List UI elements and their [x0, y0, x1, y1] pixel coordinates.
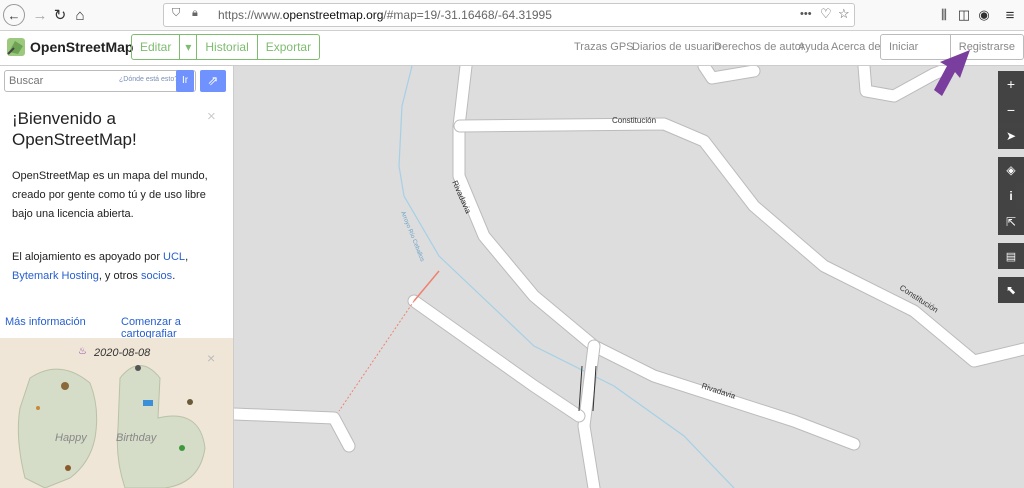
hosting-prefix: El alojamiento es apoyado por [12, 251, 164, 263]
intro-text: OpenStreetMap es un mapa del mundo, crea… [12, 170, 208, 220]
site-header: OpenStreetMap Editar ▾ Historial Exporta… [0, 31, 1024, 77]
plus-icon: + [1006, 76, 1016, 92]
close-icon[interactable]: × [207, 108, 216, 125]
campsite-icon [36, 406, 40, 410]
account-icon[interactable]: ◉ [972, 3, 996, 27]
birthday-map-image [17, 365, 206, 488]
add-note-button[interactable]: ▤ [998, 243, 1024, 269]
bookmark-star-icon[interactable]: ☆ [838, 6, 850, 22]
menu-icon[interactable]: ≡ [998, 3, 1022, 27]
birthday-close-icon[interactable]: × [207, 350, 215, 366]
locate-arrow-icon: ➤ [1005, 129, 1017, 143]
birthday-date: 2020-08-08 [94, 347, 151, 359]
bytemark-link[interactable]: Bytemark Hosting [12, 270, 99, 282]
partners-link[interactable]: socios [141, 270, 172, 282]
shield-icon[interactable]: ⛉ [172, 7, 180, 20]
path-line [338, 300, 415, 412]
history-button[interactable]: Historial [197, 35, 258, 59]
browser-toolbar: ← → ↻ ⌂ ⛉ 🔒︎ https://www.openstreetmap.o… [0, 0, 1024, 31]
edit-button-group: Editar ▾ Historial Exportar [131, 34, 321, 60]
share-button[interactable]: ⇱ [998, 209, 1024, 235]
note-icon: ▤ [1005, 250, 1017, 263]
pocket-icon[interactable]: ♡ [820, 6, 832, 22]
page-actions-icon[interactable]: ••• [800, 8, 812, 20]
annotation-arrow-icon [934, 50, 970, 96]
cake-icon: ♨ [78, 346, 87, 357]
zoom-in-button[interactable]: + [998, 71, 1024, 97]
query-features-button[interactable]: ⬉ [998, 277, 1024, 303]
cafe-icon [65, 465, 71, 471]
url-bar[interactable]: ⛉ 🔒︎ https://www.openstreetmap.org/#map=… [163, 3, 855, 27]
nav-help[interactable]: Ayuda [798, 41, 829, 53]
map-canvas[interactable]: Constitución Rivadavia Constitución Riva… [234, 66, 1024, 488]
zoom-out-button[interactable]: − [998, 97, 1024, 123]
birthday-happy-text: Happy [55, 432, 87, 444]
sidebar: ¿Dónde está esto? Ir ⇗ ¡Bienvenido a Ope… [0, 66, 234, 488]
museum-icon [61, 382, 69, 390]
viewpoint-icon [187, 399, 193, 405]
lock-icon[interactable]: 🔒︎ [192, 7, 198, 20]
search-box: ¿Dónde está esto? [4, 70, 196, 92]
pool-icon [143, 400, 153, 406]
where-is-this-link[interactable]: ¿Dónde está esto? [119, 76, 178, 83]
minus-icon: − [1006, 102, 1016, 118]
stream-label: Arroyo Río Ceballos [399, 211, 425, 263]
layers-icon: ◈ [1006, 163, 1016, 177]
edit-dropdown-button[interactable]: ▾ [180, 35, 198, 59]
hosting-middle: , y otros [98, 270, 141, 282]
home-icon[interactable]: ⌂ [68, 3, 92, 27]
search-go-button[interactable]: Ir [176, 70, 194, 92]
nav-gps-traces[interactable]: Trazas GPS [574, 41, 634, 53]
hosting-end: . [172, 270, 176, 282]
park-icon [179, 445, 185, 451]
birthday-banner[interactable]: ♨ 2020-08-08 × Happy Birthday [0, 338, 233, 488]
directions-icon: ⇗ [207, 73, 219, 88]
start-mapping-link[interactable]: Comenzar a cartografiar [121, 316, 233, 340]
footway-line [413, 270, 440, 302]
map-key-button[interactable]: i [998, 183, 1024, 209]
monument-icon [135, 365, 141, 371]
cursor-query-icon: ⬉ [1005, 283, 1017, 297]
nav-user-diaries[interactable]: Diarios de usuario [632, 41, 721, 53]
directions-button[interactable]: ⇗ [200, 70, 226, 92]
osm-logo-icon[interactable] [6, 37, 26, 57]
search-input[interactable] [5, 71, 123, 91]
street-label-constitucion-1: Constitución [612, 116, 656, 125]
nav-about[interactable]: Acerca de [831, 41, 881, 53]
ucl-link[interactable]: UCL [163, 251, 185, 263]
info-icon: i [1009, 189, 1013, 203]
export-button[interactable]: Exportar [258, 35, 319, 59]
hosting-text: El alojamiento es apoyado por UCL, Bytema… [12, 251, 189, 282]
locate-button[interactable]: ➤ [998, 123, 1024, 149]
welcome-title: ¡Bienvenido a OpenStreetMap! [12, 109, 137, 149]
birthday-birthday-text: Birthday [116, 432, 157, 444]
back-arrow-icon[interactable]: ← [3, 4, 25, 26]
share-icon: ⇱ [1005, 215, 1017, 229]
site-brand[interactable]: OpenStreetMap [30, 39, 133, 55]
nav-copyright[interactable]: Derechos de autor [714, 41, 805, 53]
layers-button[interactable]: ◈ [998, 157, 1024, 183]
more-info-link[interactable]: Más información [5, 316, 86, 328]
url-text: https://www.openstreetmap.org/#map=19/-3… [218, 8, 552, 22]
edit-button[interactable]: Editar [132, 35, 181, 59]
